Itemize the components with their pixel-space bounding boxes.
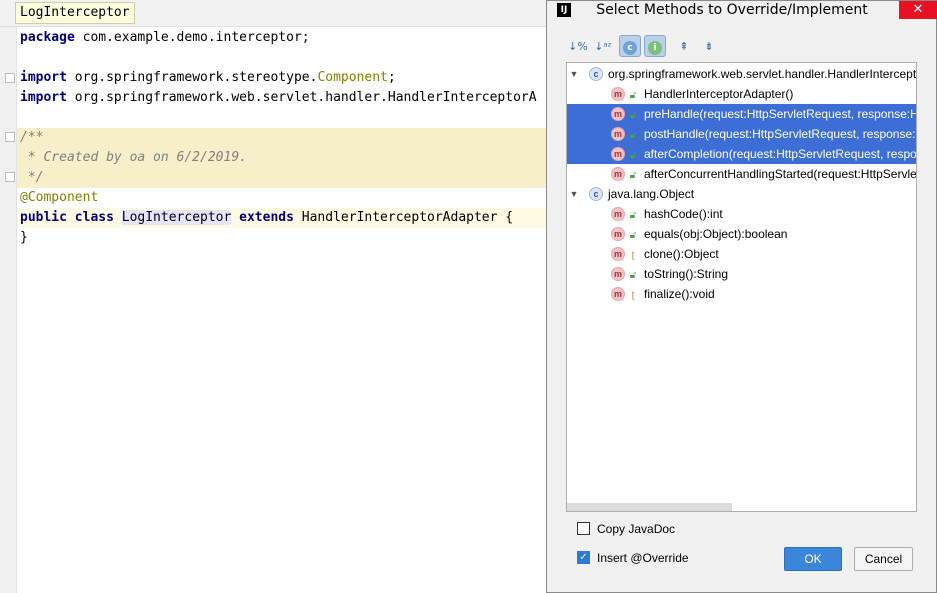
breadcrumb-item-class[interactable]: LogInterceptor <box>15 2 135 24</box>
breadcrumb: LogInterceptor <box>0 0 560 27</box>
tree-method-row[interactable]: m 🔓︎ toString():String <box>567 264 916 284</box>
public-visibility-icon: 🔓︎ <box>629 150 637 161</box>
public-visibility-icon: 🔓︎ <box>629 110 637 121</box>
cancel-button[interactable]: Cancel <box>854 547 913 571</box>
method-icon: m <box>611 167 625 181</box>
tree-group-row[interactable]: ▼ c org.springframework.web.servlet.hand… <box>567 64 916 84</box>
sort-alphabetically-icon[interactable]: ↓ᵃᶻ <box>592 35 614 57</box>
comment-line: /** <box>20 130 44 145</box>
public-visibility-icon: 🔓︎ <box>629 170 637 181</box>
tree-method-row[interactable]: m 🔓︎ equals(obj:Object):boolean <box>567 224 916 244</box>
fold-marker[interactable] <box>5 172 15 182</box>
collapse-arrow-icon[interactable]: ▼ <box>569 64 579 84</box>
comment-line: */ <box>20 170 44 185</box>
class-name[interactable]: LogInterceptor <box>121 210 232 225</box>
method-icon: m <box>611 127 625 141</box>
fold-marker[interactable] <box>5 73 15 83</box>
show-classes-icon[interactable]: c <box>619 35 641 57</box>
code-line: public class LogInterceptor extends Hand… <box>20 210 514 225</box>
dialog-titlebar[interactable]: IJ Select Methods to Override/Implement … <box>547 1 937 21</box>
class-icon: c <box>589 187 603 201</box>
show-interfaces-icon[interactable]: i <box>644 35 666 57</box>
expand-all-icon[interactable]: ⇞ <box>673 35 695 57</box>
sort-by-visibility-icon[interactable]: ↓% <box>567 35 589 57</box>
comment-line: * Created by oa on 6/2/2019. <box>20 150 247 165</box>
public-visibility-icon: 🔓︎ <box>629 90 637 101</box>
code-line: package com.example.demo.interceptor; <box>20 30 310 45</box>
import-class: Component <box>317 70 388 85</box>
insert-override-label[interactable]: Insert @Override <box>597 550 689 566</box>
close-button[interactable]: ✕ <box>899 1 937 19</box>
import-path: org.springframework.stereotype. <box>74 70 318 85</box>
code-line: import org.springframework.stereotype.Co… <box>20 70 396 85</box>
copy-javadoc-checkbox[interactable] <box>577 522 590 535</box>
method-icon: m <box>611 267 625 281</box>
method-icon: m <box>611 147 625 161</box>
method-icon: m <box>611 107 625 121</box>
tree-method-row-selected[interactable]: m 🔓︎ preHandle(request:HttpServletReques… <box>567 104 916 124</box>
code-line: import org.springframework.web.servlet.h… <box>20 90 537 105</box>
collapse-all-icon[interactable]: ⇟ <box>698 35 720 57</box>
ok-button[interactable]: OK <box>784 547 842 571</box>
method-icon: m <box>611 227 625 241</box>
class-icon: c <box>589 67 603 81</box>
public-visibility-icon: 🔓︎ <box>629 130 637 141</box>
code-line: } <box>20 230 28 245</box>
insert-override-checkbox[interactable]: ✓ <box>577 551 590 564</box>
method-icon: m <box>611 247 625 261</box>
methods-tree[interactable]: ▼ c org.springframework.web.servlet.hand… <box>566 62 917 512</box>
protected-visibility-icon: ʈ <box>631 290 635 301</box>
dialog-title: Select Methods to Override/Implement <box>596 2 868 18</box>
copy-javadoc-label[interactable]: Copy JavaDoc <box>597 521 675 537</box>
tree-method-row-selected[interactable]: m 🔓︎ afterCompletion(request:HttpServlet… <box>567 144 916 164</box>
tree-method-row[interactable]: m ʈ finalize():void <box>567 284 916 304</box>
tree-method-row[interactable]: m 🔓︎ HandlerInterceptorAdapter() <box>567 84 916 104</box>
method-icon: m <box>611 87 625 101</box>
protected-visibility-icon: ʈ <box>631 250 635 261</box>
method-icon: m <box>611 207 625 221</box>
horizontal-scrollbar[interactable] <box>567 503 732 511</box>
public-visibility-icon: 🔓︎ <box>629 230 637 241</box>
import-path: org.springframework.web.servlet.handler.… <box>74 90 537 105</box>
editor-gutter <box>0 27 17 593</box>
public-visibility-icon: 🔓︎ <box>629 270 637 281</box>
fold-marker[interactable] <box>5 132 15 142</box>
tree-method-row-selected[interactable]: m 🔓︎ postHandle(request:HttpServletReque… <box>567 124 916 144</box>
override-methods-dialog: IJ Select Methods to Override/Implement … <box>546 0 937 593</box>
public-visibility-icon: 🔓︎ <box>629 210 637 221</box>
method-icon: m <box>611 287 625 301</box>
package-name: com.example.demo.interceptor; <box>82 30 310 45</box>
tree-group-row[interactable]: ▼ c java.lang.Object <box>567 184 916 204</box>
tree-method-row[interactable]: m 🔓︎ hashCode():int <box>567 204 916 224</box>
tree-method-row[interactable]: m 🔓︎ afterConcurrentHandlingStarted(requ… <box>567 164 916 184</box>
tree-method-row[interactable]: m ʈ clone():Object <box>567 244 916 264</box>
annotation-line: @Component <box>20 190 99 205</box>
collapse-arrow-icon[interactable]: ▼ <box>569 184 579 204</box>
code-editor[interactable]: LogInterceptor package com.example.demo.… <box>0 0 560 593</box>
